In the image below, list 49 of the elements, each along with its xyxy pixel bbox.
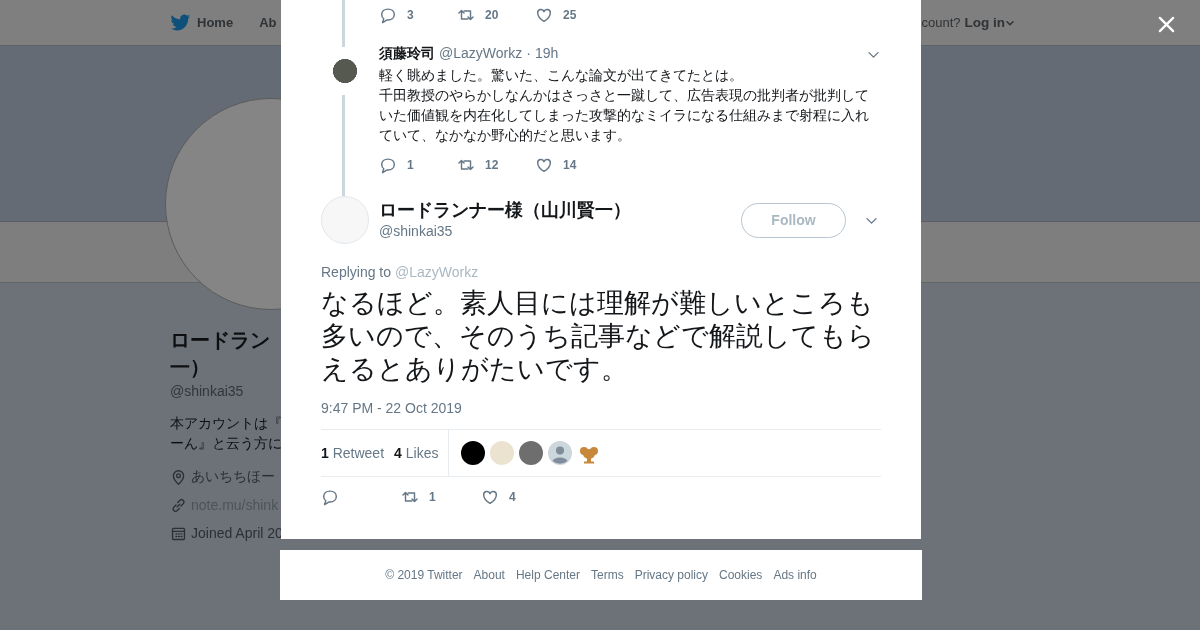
user-name[interactable]: ロードランナー様（山川賢一） bbox=[379, 199, 741, 221]
action-count: 14 bbox=[563, 158, 577, 172]
footer-link[interactable]: Privacy policy bbox=[634, 568, 708, 582]
default-avatar-icon[interactable] bbox=[548, 441, 573, 465]
replying-label: Replying to bbox=[321, 264, 392, 280]
location-pin-icon bbox=[170, 468, 187, 486]
nav-link[interactable]: Home bbox=[197, 15, 234, 30]
action-count: 1 bbox=[407, 158, 414, 172]
liker-avatar[interactable] bbox=[461, 441, 486, 465]
tweet-text: 千田教授のやらかしなんかはさっさと一蹴して、広告表現の批判者が批判していた価値観を内在化してしまった攻撃的なミイラになる仕組みまで射程に入れていて、なかなか野心的だと思います。 bbox=[379, 86, 870, 145]
tweet-text: 軽く眺めました。驚いた、こんな論文が出てきてたとは。 bbox=[379, 66, 744, 85]
profile-bio: 本アカウントは『 bbox=[170, 414, 282, 433]
action-count: 1 bbox=[429, 490, 436, 504]
profile-handle: @shinkai35 bbox=[170, 382, 245, 401]
action-count: 20 bbox=[485, 8, 499, 22]
action-count: 3 bbox=[407, 8, 414, 22]
reply-icon[interactable] bbox=[379, 156, 397, 174]
footer-link[interactable]: Ads info bbox=[773, 568, 817, 582]
location-text: あいちちほー bbox=[191, 468, 275, 486]
nav-link[interactable]: Ab bbox=[259, 15, 277, 30]
link-icon bbox=[170, 496, 187, 514]
footer-link[interactable]: About bbox=[473, 568, 505, 582]
user-handle[interactable]: @LazyWorkz bbox=[439, 45, 523, 61]
reply-icon[interactable] bbox=[321, 488, 339, 506]
footer-link[interactable]: Cookies bbox=[719, 568, 763, 582]
close-icon[interactable] bbox=[1157, 15, 1176, 34]
timestamp[interactable]: 19h bbox=[534, 45, 559, 61]
action-count: 4 bbox=[509, 490, 516, 504]
separator-dot: · bbox=[526, 45, 531, 61]
action-count: 12 bbox=[485, 158, 499, 172]
tweet-date[interactable]: 9:47 PM - 22 Oct 2019 bbox=[321, 400, 881, 416]
footer-link[interactable]: Help Center bbox=[515, 568, 580, 582]
like-icon[interactable] bbox=[535, 6, 553, 24]
like-icon[interactable] bbox=[535, 156, 553, 174]
profile-name: 一） bbox=[170, 355, 210, 380]
footer-link[interactable]: Terms bbox=[591, 568, 624, 582]
profile-name: ロードラン bbox=[170, 328, 270, 353]
user-name[interactable]: 須藤玲司 bbox=[379, 45, 435, 63]
login-prompt: count? bbox=[921, 15, 961, 30]
tweet-text: なるほど。素人目には理解が難しいところも多いので、そのうち記事などで解説してもらえるとありがたいです。 bbox=[321, 287, 876, 386]
action-count: 25 bbox=[563, 8, 577, 22]
user-handle[interactable]: @shinkai35 bbox=[379, 221, 741, 241]
copyright: © 2019 Twitter bbox=[385, 568, 463, 582]
reply-icon[interactable] bbox=[379, 6, 397, 24]
like-count[interactable]: 4 Likes bbox=[394, 445, 439, 461]
profile-bio: ーん』と云う方に bbox=[170, 434, 282, 453]
like-icon[interactable] bbox=[481, 488, 499, 506]
retweet-count[interactable]: 1 Retweet bbox=[321, 445, 385, 461]
login-link[interactable]: Log in bbox=[964, 15, 1005, 30]
